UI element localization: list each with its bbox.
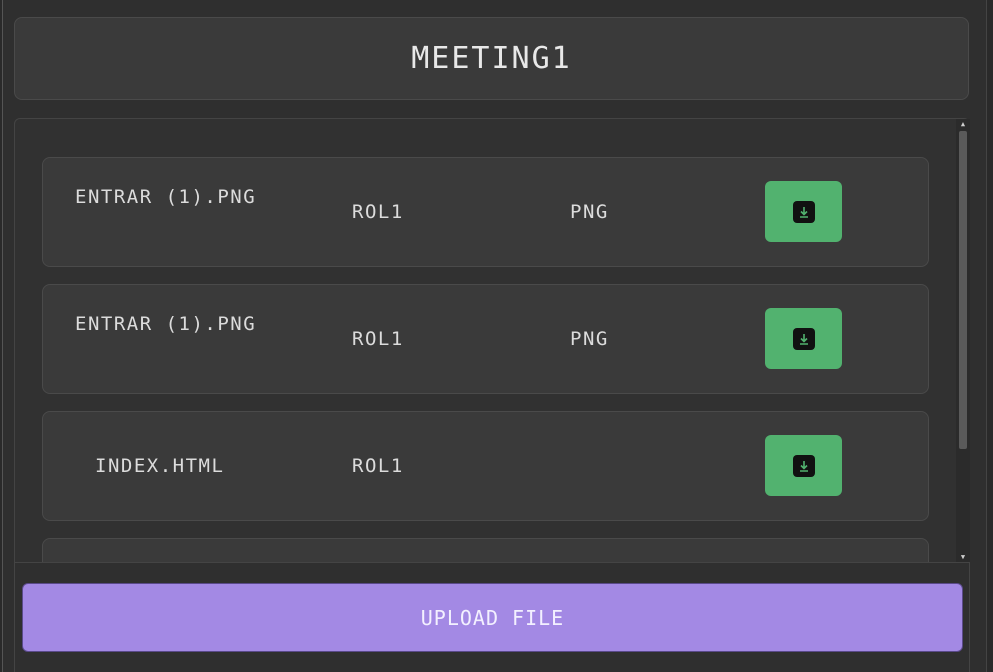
file-owner: ROL1 <box>352 328 404 350</box>
download-button[interactable] <box>765 308 842 369</box>
file-type: PNG <box>570 328 609 350</box>
download-icon <box>792 454 815 477</box>
scroll-down-icon[interactable]: ▼ <box>956 552 970 562</box>
page-title: MEETING1 <box>411 41 572 76</box>
file-type: PNG <box>570 201 609 223</box>
scrollbar-thumb[interactable] <box>959 131 967 449</box>
file-name: INDEX.HTML <box>95 455 225 477</box>
scrollbar[interactable]: ▲ ▼ <box>956 119 970 562</box>
file-owner: ROL1 <box>352 455 404 477</box>
file-row <box>42 538 929 562</box>
file-owner: ROL1 <box>352 201 404 223</box>
file-name: ENTRAR (1).PNG <box>75 186 257 208</box>
download-icon <box>792 200 815 223</box>
file-row: ENTRAR (1).PNG ROL1 PNG <box>42 157 929 267</box>
download-button[interactable] <box>765 181 842 242</box>
file-row: INDEX.HTML ROL1 <box>42 411 929 521</box>
meeting-header: MEETING1 <box>14 17 969 100</box>
download-icon <box>792 327 815 350</box>
upload-file-button[interactable]: UPLOAD FILE <box>22 583 963 652</box>
scroll-up-icon[interactable]: ▲ <box>956 119 970 129</box>
file-row: ENTRAR (1).PNG ROL1 PNG <box>42 284 929 394</box>
file-name: ENTRAR (1).PNG <box>75 313 257 335</box>
download-button[interactable] <box>765 435 842 496</box>
file-list[interactable]: ENTRAR (1).PNG ROL1 PNG ENTRAR (1).PNG R… <box>14 118 970 563</box>
